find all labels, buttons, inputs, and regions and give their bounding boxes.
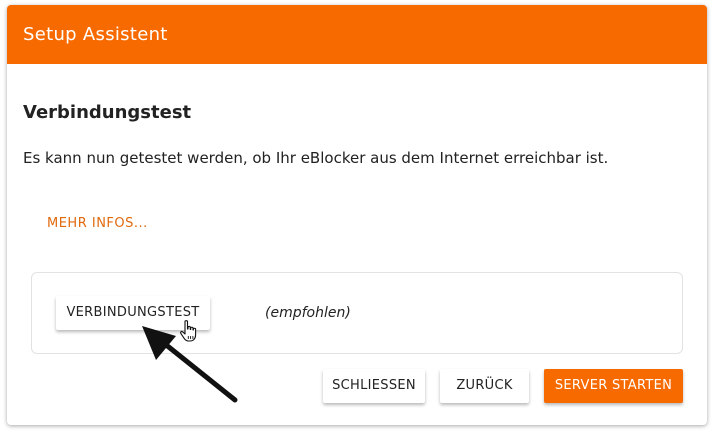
more-info-link[interactable]: MEHR INFOS...: [47, 216, 148, 231]
section-heading: Verbindungstest: [23, 102, 192, 123]
dialog-title: Setup Assistent: [23, 24, 168, 45]
section-description: Es kann nun getestet werden, ob Ihr eBlo…: [23, 149, 609, 167]
close-button[interactable]: SCHLIESSEN: [323, 369, 425, 403]
setup-dialog: Setup Assistent Verbindungstest Es kann …: [7, 5, 707, 425]
arrow-icon: [142, 326, 238, 403]
dialog-header: Setup Assistent: [7, 5, 707, 64]
start-server-button[interactable]: SERVER STARTEN: [544, 369, 683, 403]
connection-test-panel: VERBINDUNGSTEST (empfohlen): [31, 272, 683, 354]
back-button[interactable]: ZURÜCK: [440, 369, 529, 403]
recommended-label: (empfohlen): [265, 305, 351, 321]
